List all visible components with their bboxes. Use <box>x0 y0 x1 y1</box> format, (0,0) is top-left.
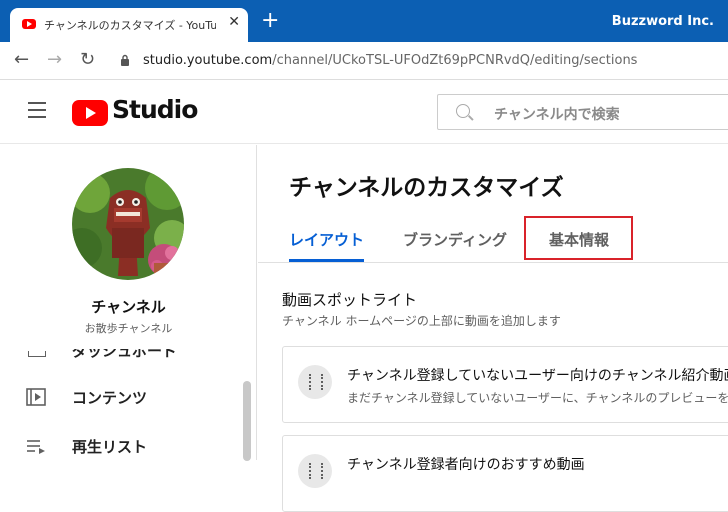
spotlight-card-featured[interactable]: チャンネル登録者向けのおすすめ動画 <box>282 435 728 512</box>
reload-icon[interactable]: ↻ <box>80 51 95 69</box>
menu-icon[interactable] <box>28 102 48 118</box>
sidebar-scrollbar[interactable] <box>243 381 251 461</box>
back-icon[interactable]: ← <box>14 51 29 69</box>
playlist-icon <box>27 440 45 454</box>
sidebar-item-label: ダッシュボード <box>72 349 178 359</box>
channel-avatar[interactable] <box>72 168 184 280</box>
card-title: チャンネル登録者向けのおすすめ動画 <box>347 457 585 473</box>
lock-icon[interactable] <box>120 54 130 66</box>
customization-tabs: レイアウト ブランディング 基本情報 <box>258 215 728 263</box>
brand-label: Buzzword Inc. <box>611 14 714 29</box>
page-title: チャンネルのカスタマイズ <box>289 175 564 201</box>
card-description: まだチャンネル登録していないユーザーに、チャンネルのプレビューを表示します <box>347 391 728 405</box>
browser-tab[interactable]: チャンネルのカスタマイズ - YouTube Studio ✕ <box>10 8 248 42</box>
studio-header: Studio チャンネル内で検索 <box>0 80 728 144</box>
content-icon <box>26 388 46 406</box>
search-placeholder: チャンネル内で検索 <box>494 107 620 123</box>
studio-logo-text[interactable]: Studio <box>112 95 198 124</box>
highlight-box <box>524 216 633 260</box>
section-description: チャンネル ホームページの上部に動画を追加します <box>282 314 561 328</box>
sidebar-item-content[interactable]: コンテンツ <box>0 377 240 417</box>
tab-title: チャンネルのカスタマイズ - YouTube Studio <box>44 19 216 32</box>
spotlight-card-trailer[interactable]: チャンネル登録していないユーザー向けのチャンネル紹介動画 まだチャンネル登録して… <box>282 346 728 423</box>
tab-branding[interactable]: ブランディング <box>403 229 507 250</box>
sidebar-item-dashboard[interactable]: ダッシュボード <box>0 349 257 359</box>
sidebar-item-label: コンテンツ <box>72 389 148 407</box>
url-host: studio.youtube.com <box>143 53 273 68</box>
card-title: チャンネル登録していないユーザー向けのチャンネル紹介動画 <box>347 368 728 384</box>
channel-handle: お散歩チャンネル <box>84 322 173 335</box>
main-content: チャンネルのカスタマイズ レイアウト ブランディング 基本情報 動画スポットライ… <box>258 145 728 512</box>
close-tab-icon[interactable]: ✕ <box>228 14 240 30</box>
channel-name: チャンネル <box>91 298 166 316</box>
search-icon <box>456 104 470 118</box>
tab-layout[interactable]: レイアウト <box>289 229 364 250</box>
forward-icon[interactable]: → <box>47 51 62 69</box>
channel-search-input[interactable]: チャンネル内で検索 <box>437 94 728 130</box>
browser-titlebar: チャンネルのカスタマイズ - YouTube Studio ✕ + Buzzwo… <box>0 0 728 42</box>
sidebar: チャンネル お散歩チャンネル ダッシュボード コンテンツ 再生リスト <box>0 145 257 461</box>
url-path: /channel/UCkoTSL-UFOdZt69pPCNRvdQ/editin… <box>272 53 638 68</box>
sidebar-item-label: 再生リスト <box>72 438 148 456</box>
active-tab-indicator <box>289 259 364 262</box>
sidebar-item-playlists[interactable]: 再生リスト <box>0 426 240 466</box>
url-field[interactable]: studio.youtube.com/channel/UCkoTSL-UFOdZ… <box>143 53 637 68</box>
youtube-favicon-icon <box>22 19 36 29</box>
section-title: 動画スポットライト <box>282 291 418 309</box>
drag-handle-icon[interactable] <box>298 454 332 488</box>
dashboard-icon <box>28 351 46 357</box>
new-tab-icon[interactable]: + <box>261 10 279 32</box>
address-bar: ← → ↻ studio.youtube.com/channel/UCkoTSL… <box>0 42 728 80</box>
drag-handle-icon[interactable] <box>298 365 332 399</box>
youtube-logo-icon[interactable] <box>72 100 108 126</box>
